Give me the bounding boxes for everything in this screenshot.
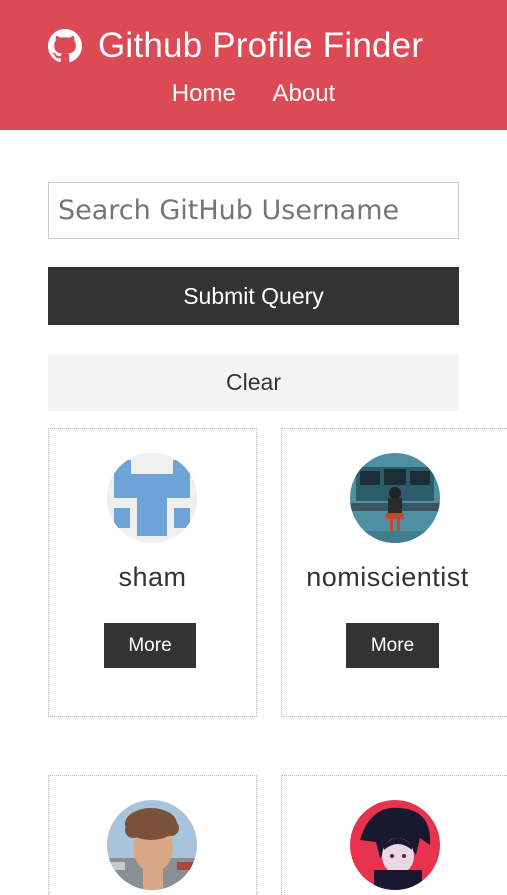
person-photo-avatar	[107, 800, 197, 890]
more-button[interactable]: More	[346, 623, 439, 668]
user-login: sham	[118, 562, 187, 592]
more-button[interactable]: More	[104, 623, 196, 668]
user-card	[48, 775, 257, 895]
github-icon	[48, 29, 82, 63]
user-card: sham More	[48, 428, 257, 717]
navbar: Github Profile Finder Home About	[0, 0, 507, 130]
nav-links: Home About	[0, 78, 507, 110]
search-input[interactable]	[48, 182, 459, 239]
app-title: Github Profile Finder	[98, 26, 424, 65]
brand[interactable]: Github Profile Finder	[48, 24, 423, 68]
anime-character-avatar	[350, 800, 440, 890]
identicon-avatar	[107, 453, 197, 543]
nav-link-about[interactable]: About	[272, 78, 335, 110]
programmer-illustration-avatar	[350, 453, 440, 543]
clear-button[interactable]: Clear	[48, 354, 459, 411]
submit-button[interactable]: Submit Query	[48, 267, 459, 325]
user-card: nomiscientist More	[281, 428, 507, 717]
nav-link-home[interactable]: Home	[172, 78, 236, 110]
user-login: nomiscientist	[306, 562, 469, 592]
user-card	[281, 775, 507, 895]
